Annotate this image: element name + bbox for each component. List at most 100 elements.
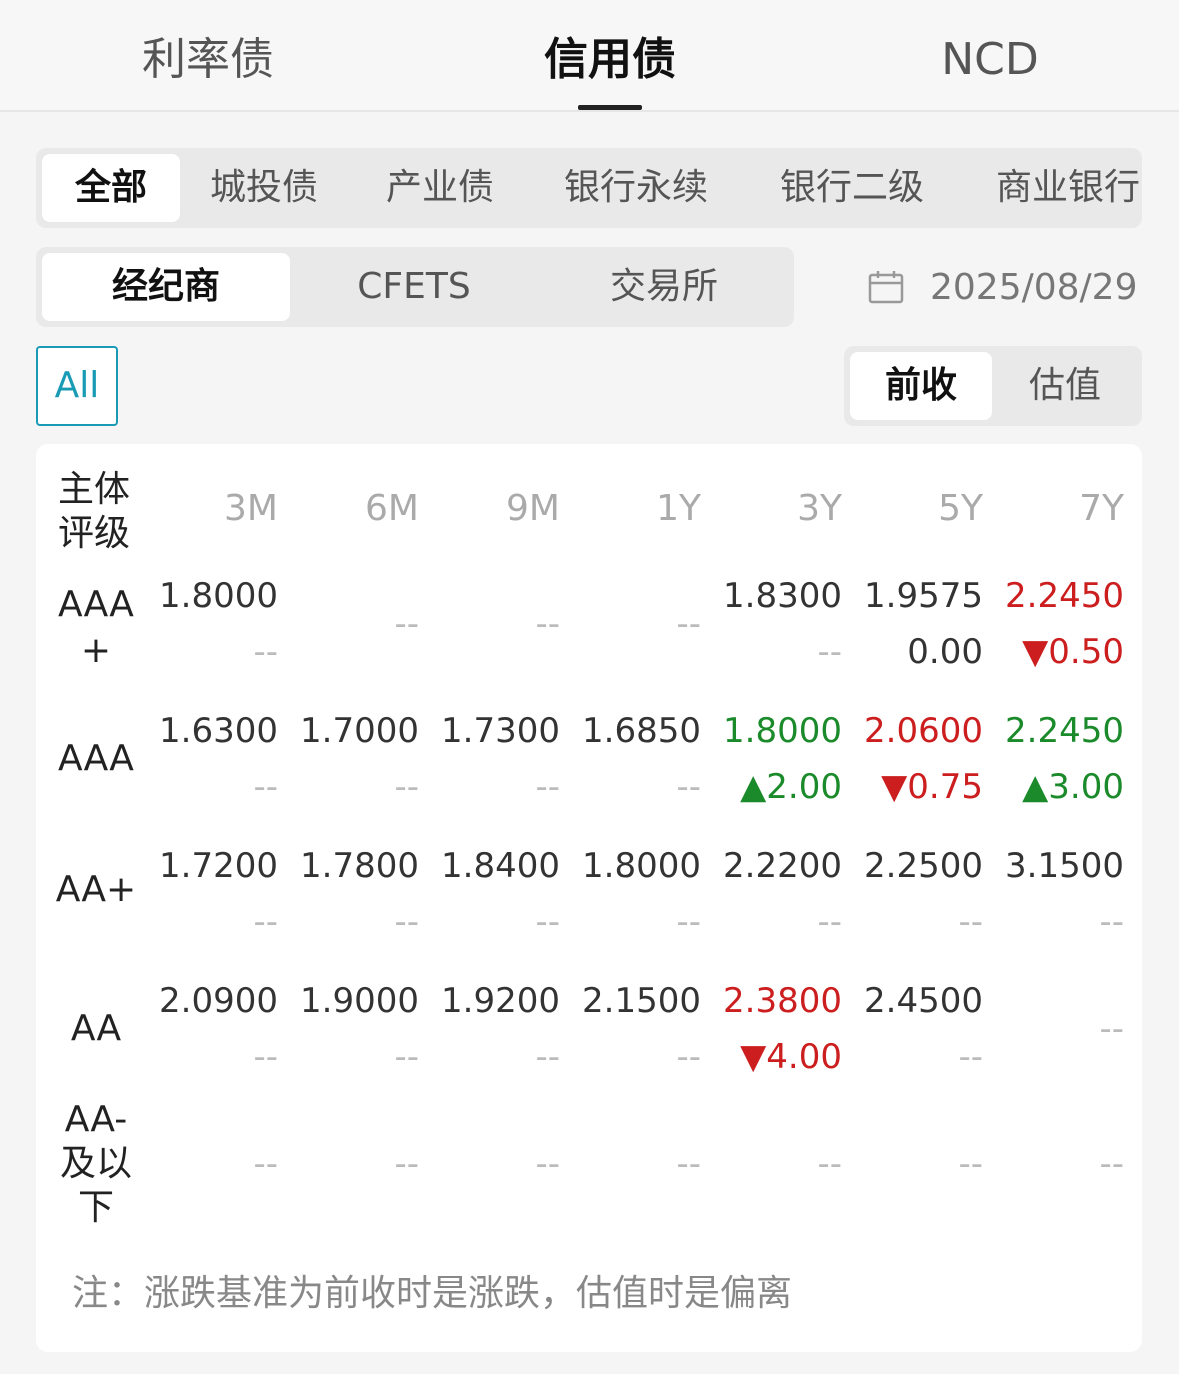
yield-change: --: [394, 902, 419, 942]
yield-cell[interactable]: 1.7300 --: [430, 703, 560, 815]
yield-cell[interactable]: 1.8000 ▲2.00: [712, 703, 842, 815]
yield-change: --: [253, 767, 278, 807]
mode-valuation[interactable]: 估值: [994, 352, 1136, 420]
yield-cell[interactable]: --: [289, 568, 419, 680]
yield-value: 1.7300: [441, 711, 560, 751]
category-all[interactable]: 全部: [42, 154, 180, 222]
yield-value: 2.2200: [723, 846, 842, 886]
yield-cell[interactable]: 2.2450 ▲3.00: [994, 703, 1124, 815]
yield-change: --: [535, 1037, 560, 1077]
yield-value: 2.3800: [723, 981, 842, 1021]
yield-value: --: [817, 1144, 842, 1184]
yield-cell[interactable]: 1.9575 0.00: [853, 568, 983, 680]
column-header-7y: 7Y: [1079, 488, 1124, 529]
yield-cell[interactable]: 2.2450 ▼0.50: [994, 568, 1124, 680]
yield-cell[interactable]: --: [712, 1108, 842, 1220]
yield-change: --: [394, 1037, 419, 1077]
yield-cell[interactable]: 2.1500 --: [571, 973, 701, 1085]
category-bank-perpetual[interactable]: 银行永续: [564, 154, 708, 222]
yield-cell[interactable]: 1.7200 --: [148, 838, 278, 950]
tab-rate-bonds[interactable]: 利率债: [118, 30, 298, 90]
yield-value: --: [1099, 1009, 1124, 1049]
active-tab-indicator: [578, 105, 642, 110]
category-chengtou[interactable]: 城投债: [210, 154, 318, 222]
yield-value: 1.8400: [441, 846, 560, 886]
yield-change: --: [253, 1037, 278, 1077]
source-cfets[interactable]: CFETS: [290, 253, 538, 321]
yield-cell[interactable]: 1.6300 --: [148, 703, 278, 815]
row-label: AA+: [55, 869, 137, 910]
yield-cell[interactable]: --: [148, 1108, 278, 1220]
column-header-1y: 1Y: [656, 488, 701, 529]
column-header-5y: 5Y: [938, 488, 983, 529]
yield-value: 1.8000: [723, 711, 842, 751]
yield-cell[interactable]: 1.8300 --: [712, 568, 842, 680]
date-value: 2025/08/29: [930, 267, 1138, 308]
yield-cell[interactable]: 2.0900 --: [148, 973, 278, 1085]
yield-value: --: [1099, 1144, 1124, 1184]
top-tab-bar: 利率债 信用债 NCD: [0, 0, 1179, 112]
yield-value: --: [676, 1144, 701, 1184]
yield-cell[interactable]: 3.1500 --: [994, 838, 1124, 950]
mode-previous-close[interactable]: 前收: [850, 352, 992, 420]
yield-change: ▼0.50: [1022, 632, 1124, 672]
yield-cell[interactable]: 1.9200 --: [430, 973, 560, 1085]
yield-cell[interactable]: 1.8400 --: [430, 838, 560, 950]
yield-value: 2.0900: [159, 981, 278, 1021]
column-header-3y: 3Y: [797, 488, 842, 529]
yield-value: 1.8300: [723, 576, 842, 616]
source-segmented-control: 经纪商 CFETS 交易所: [36, 247, 794, 327]
yield-cell[interactable]: 1.9000 --: [289, 973, 419, 1085]
row-label: AAA: [58, 738, 134, 779]
yield-table-card: 主体评级 3M 6M 9M 1Y 3Y 5Y 7Y AAA+ 1.8000 -- -- -- -- 1.…: [36, 444, 1142, 1352]
yield-cell[interactable]: --: [289, 1108, 419, 1220]
yield-cell[interactable]: 1.6850 --: [571, 703, 701, 815]
yield-cell[interactable]: --: [994, 973, 1124, 1085]
yield-change: --: [676, 902, 701, 942]
category-bank-tier2[interactable]: 银行二级: [780, 154, 924, 222]
yield-change: ▲2.00: [740, 767, 842, 807]
yield-change: --: [958, 1037, 983, 1077]
yield-value: 2.0600: [864, 711, 983, 751]
date-picker[interactable]: 2025/08/29: [862, 258, 1152, 318]
yield-cell[interactable]: --: [994, 1108, 1124, 1220]
yield-cell[interactable]: 2.4500 --: [853, 973, 983, 1085]
source-exchange[interactable]: 交易所: [540, 253, 788, 321]
yield-cell[interactable]: 1.8000 --: [148, 568, 278, 680]
yield-cell[interactable]: --: [571, 1108, 701, 1220]
yield-change: --: [253, 902, 278, 942]
yield-cell[interactable]: 2.0600 ▼0.75: [853, 703, 983, 815]
yield-cell[interactable]: --: [430, 1108, 560, 1220]
yield-cell[interactable]: 1.7000 --: [289, 703, 419, 815]
yield-value: --: [394, 604, 419, 644]
yield-value: 1.8000: [582, 846, 701, 886]
yield-value: 2.2450: [1005, 576, 1124, 616]
yield-cell[interactable]: --: [571, 568, 701, 680]
yield-change: --: [535, 902, 560, 942]
tab-ncd[interactable]: NCD: [920, 30, 1060, 90]
row-label: AA-及以下: [59, 1099, 132, 1228]
yield-cell[interactable]: 2.2200 --: [712, 838, 842, 950]
yield-cell[interactable]: --: [430, 568, 560, 680]
yield-value: 2.2450: [1005, 711, 1124, 751]
yield-change: --: [676, 767, 701, 807]
yield-change: --: [535, 767, 560, 807]
yield-value: --: [958, 1144, 983, 1184]
yield-cell[interactable]: 2.3800 ▼4.00: [712, 973, 842, 1085]
category-industry[interactable]: 产业债: [386, 154, 494, 222]
yield-cell[interactable]: 1.8000 --: [571, 838, 701, 950]
column-header-3m: 3M: [224, 488, 278, 529]
calendar-icon: [868, 271, 904, 304]
rating-column-header: 主体评级: [58, 469, 131, 554]
yield-value: --: [535, 1144, 560, 1184]
yield-value: 1.7200: [159, 846, 278, 886]
yield-cell[interactable]: 1.7800 --: [289, 838, 419, 950]
yield-change: ▲3.00: [1022, 767, 1124, 807]
category-commercial-bank[interactable]: 商业银行: [996, 154, 1140, 222]
tab-credit-bonds[interactable]: 信用债: [520, 30, 700, 110]
rating-filter-all-button[interactable]: All: [36, 346, 118, 426]
yield-change: ▼4.00: [740, 1037, 842, 1077]
source-broker[interactable]: 经纪商: [42, 253, 290, 321]
yield-cell[interactable]: 2.2500 --: [853, 838, 983, 950]
yield-cell[interactable]: --: [853, 1108, 983, 1220]
